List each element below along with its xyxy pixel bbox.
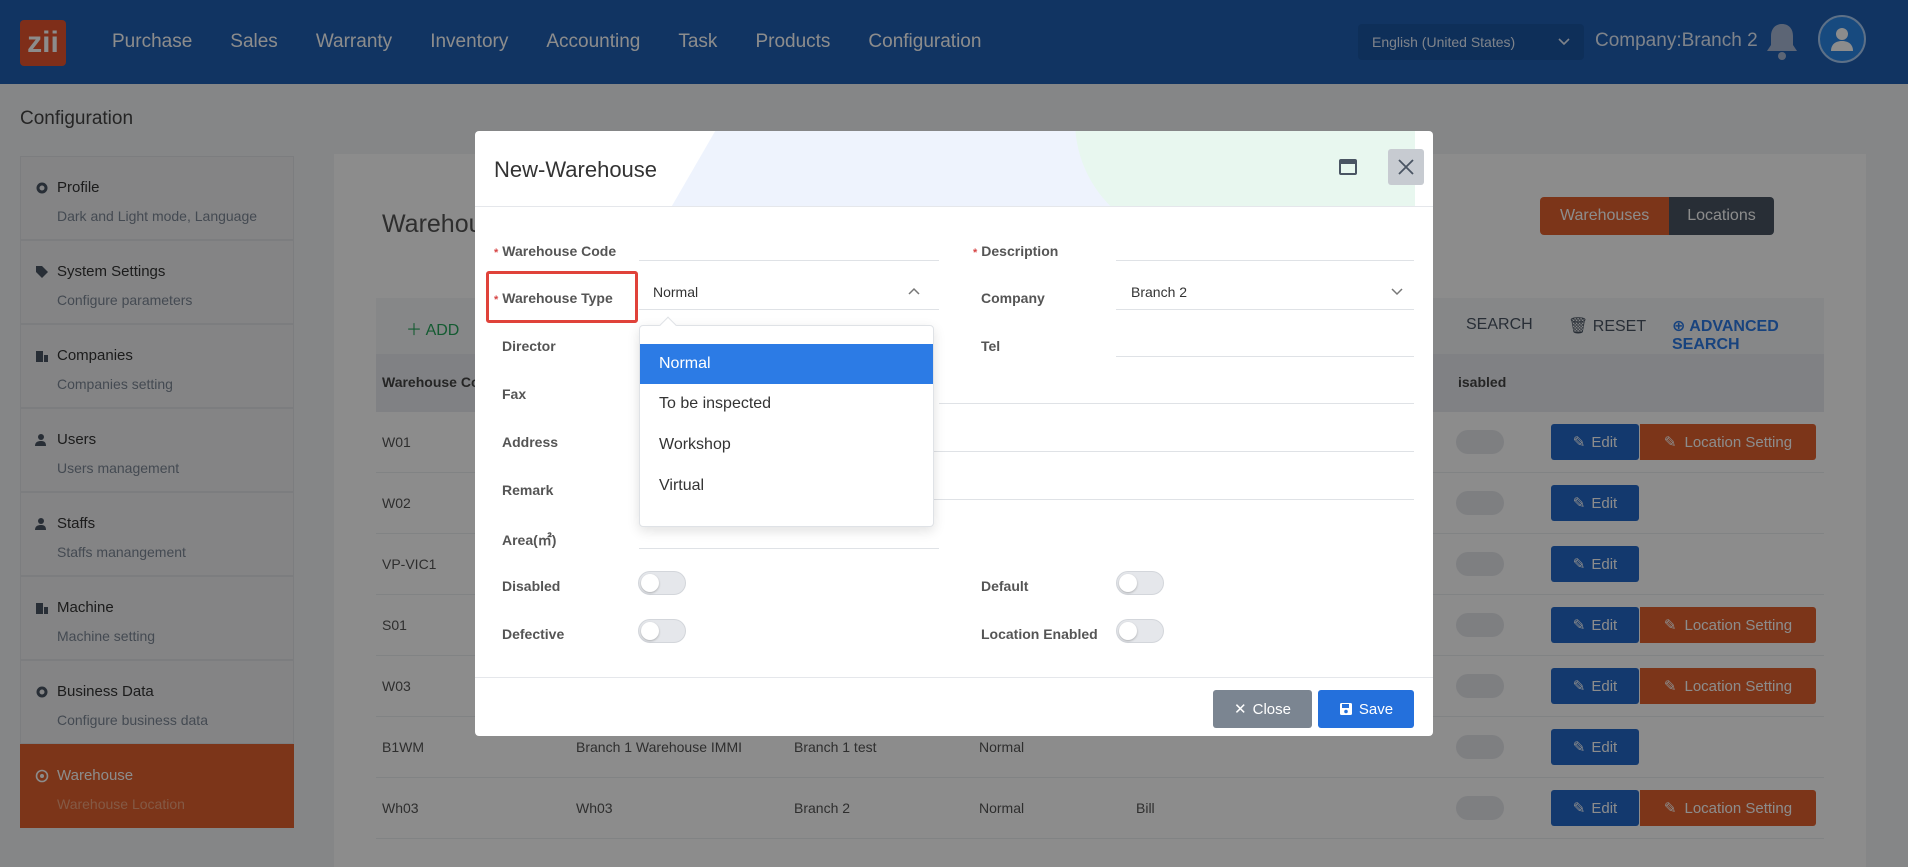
switch-knob [641, 574, 659, 592]
dialog-title: New-Warehouse [494, 157, 658, 182]
dialog-header: New-Warehouse [475, 131, 1433, 207]
disabled-label: Disabled [502, 578, 561, 594]
description-label: * Description [973, 243, 1059, 259]
address-label: Address [502, 434, 559, 450]
tel-input[interactable] [1116, 356, 1414, 357]
description-input[interactable] [1116, 260, 1414, 261]
option-virtual[interactable]: Virtual [640, 466, 933, 506]
warehouse-code-label: * Warehouse Code [494, 243, 617, 259]
option-to-be-inspected[interactable]: To be inspected [640, 384, 933, 424]
default-label: Default [981, 578, 1029, 594]
switch-knob [641, 622, 659, 640]
option-normal[interactable]: Normal [640, 344, 933, 384]
warehouse-type-select[interactable] [639, 309, 939, 310]
close-label: Close [1252, 700, 1291, 718]
close-icon: ✕ [1234, 701, 1247, 718]
location-enabled-switch[interactable] [1116, 619, 1164, 643]
location-enabled-label: Location Enabled [981, 626, 1098, 642]
save-icon [1339, 703, 1352, 715]
new-warehouse-dialog: New-Warehouse * Warehouse Code * Warehouse… [475, 131, 1433, 736]
warehouse-code-input[interactable] [639, 260, 939, 261]
save-label: Save [1358, 700, 1394, 718]
save-button[interactable]: Save [1318, 690, 1414, 728]
switch-knob [1119, 574, 1137, 592]
director-label: Director [502, 338, 556, 354]
header-decoration [1075, 131, 1415, 206]
chevron-down-icon[interactable] [1391, 288, 1403, 296]
default-switch[interactable] [1116, 571, 1164, 595]
close-button[interactable]: ✕ Close [1213, 690, 1312, 728]
defective-switch[interactable] [638, 619, 686, 643]
company-label: Company [981, 290, 1045, 306]
option-workshop[interactable]: Workshop [640, 425, 933, 465]
tel-label: Tel [981, 338, 1001, 354]
defective-label: Defective [502, 626, 565, 642]
area-label: Area(㎡) [502, 532, 557, 548]
close-icon[interactable] [1388, 149, 1424, 185]
area-input[interactable] [639, 548, 939, 549]
warehouse-type-label: * Warehouse Type [494, 290, 613, 306]
switch-knob [1119, 622, 1137, 640]
fax-label: Fax [502, 386, 527, 402]
company-select[interactable] [1116, 309, 1414, 310]
company-value[interactable]: Branch 2 [1131, 284, 1187, 300]
warehouse-type-value[interactable]: Normal [653, 284, 698, 300]
warehouse-type-dropdown: Normal To be inspected Workshop Virtual [639, 316, 934, 527]
disabled-switch[interactable] [638, 571, 686, 595]
remark-label: Remark [502, 482, 554, 498]
dialog-footer: ✕ Close Save [475, 677, 1433, 736]
chevron-up-icon[interactable] [908, 287, 920, 295]
fax-input[interactable] [939, 403, 1414, 404]
maximize-icon[interactable] [1339, 159, 1357, 175]
